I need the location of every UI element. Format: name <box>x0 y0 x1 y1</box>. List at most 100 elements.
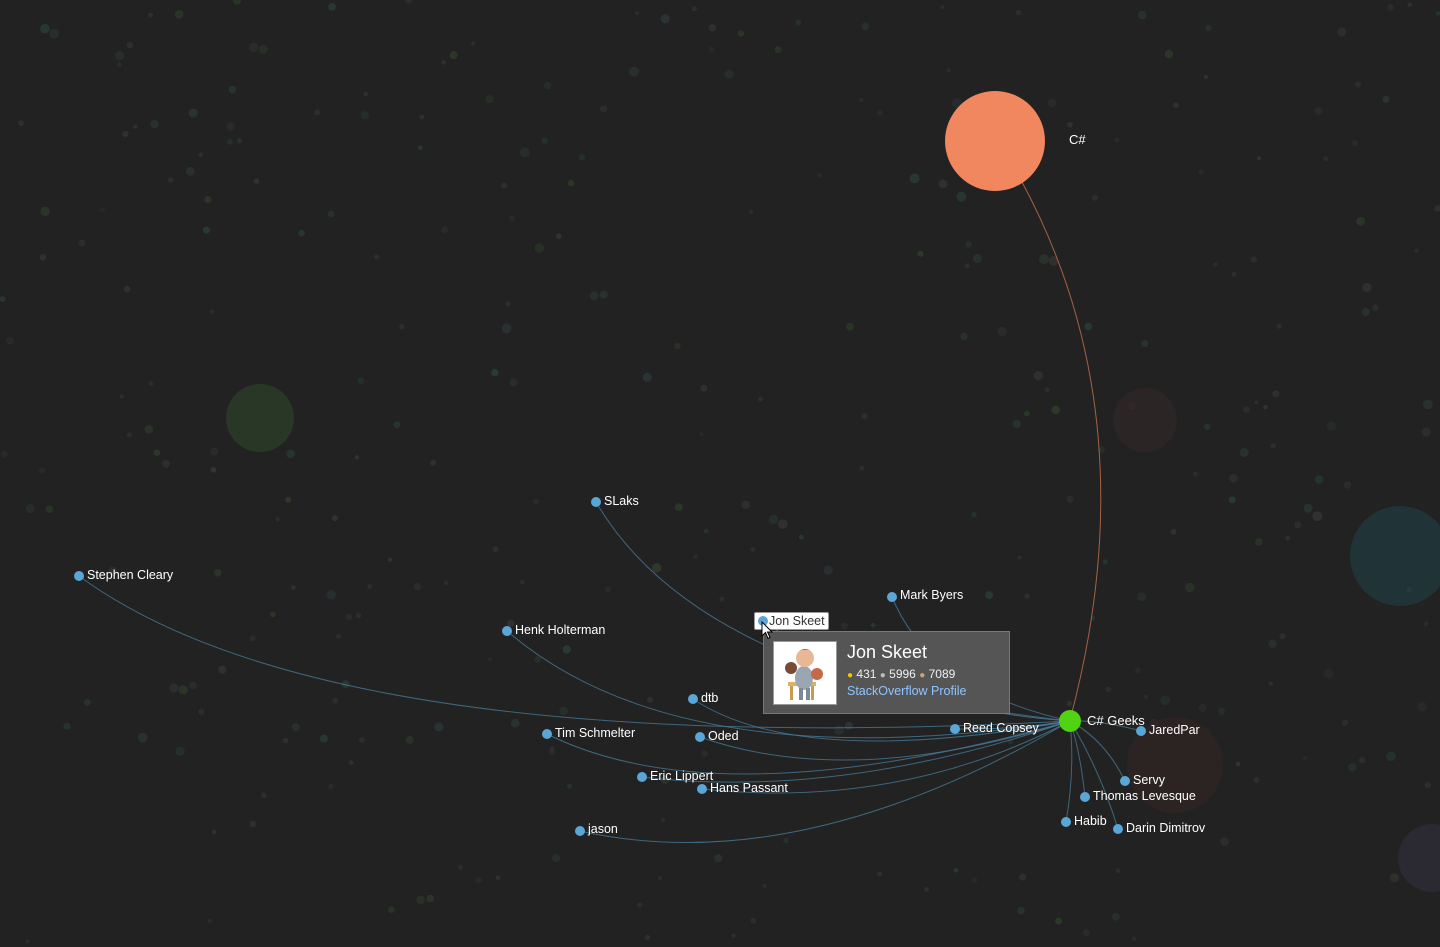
background-particle <box>1343 481 1352 489</box>
background-particle <box>1228 496 1236 504</box>
user-node-dtb[interactable]: dtb <box>688 691 718 705</box>
user-node-servy[interactable]: Servy <box>1120 773 1166 787</box>
background-particle <box>1229 473 1238 483</box>
background-particle <box>798 534 804 540</box>
svg-text:Eric Lippert: Eric Lippert <box>650 769 714 783</box>
user-node-jason[interactable]: jason <box>575 822 618 836</box>
background-particle <box>38 467 45 474</box>
background-particle <box>674 342 681 350</box>
background-particle <box>1314 475 1324 484</box>
background-particle <box>248 42 259 53</box>
background-particle <box>1407 2 1413 8</box>
background-particle <box>1302 756 1308 761</box>
user-node-henk-holterman[interactable]: Henk Holterman <box>502 623 605 637</box>
edges <box>78 181 1142 843</box>
background-particle <box>1255 538 1263 546</box>
background-particle <box>637 902 643 908</box>
background-particle <box>198 152 203 158</box>
edge-habib <box>1065 720 1073 823</box>
background-particle <box>148 12 153 18</box>
background-particle <box>510 718 520 728</box>
background-particle <box>1017 906 1025 915</box>
background-particle <box>1279 633 1286 640</box>
background-particle <box>285 496 292 503</box>
stackoverflow-profile-link[interactable]: StackOverflow Profile <box>847 684 966 698</box>
background-particle <box>703 528 709 534</box>
svg-text:Hans Passant: Hans Passant <box>710 781 788 795</box>
avatar-cartoon-icon <box>774 642 836 704</box>
background-particle <box>185 166 195 176</box>
background-particle <box>1239 448 1249 457</box>
background-particle <box>714 854 723 863</box>
background-particle <box>1434 205 1440 212</box>
background-particle <box>260 792 267 799</box>
background-particle <box>388 557 393 562</box>
background-particle <box>258 44 268 54</box>
user-node-reed-copsey[interactable]: Reed Copsey <box>950 721 1039 735</box>
background-particle <box>774 46 782 54</box>
background-particle <box>1173 102 1179 108</box>
background-particle <box>737 30 744 37</box>
background-particle <box>0 296 6 302</box>
background-particle <box>1359 756 1366 764</box>
background-particle <box>748 209 754 214</box>
background-particle <box>1039 254 1050 265</box>
background-particle <box>562 645 571 654</box>
background-particle <box>1105 686 1112 693</box>
user-node-oded[interactable]: Oded <box>695 729 739 743</box>
background-particle <box>153 449 161 456</box>
background-particle <box>45 505 54 513</box>
edge-darin-dimitrov <box>1069 720 1119 830</box>
background-particle <box>1243 406 1250 413</box>
gold-badge-count: 431 <box>856 667 877 681</box>
user-node-eric-lippert[interactable]: Eric Lippert <box>637 769 714 783</box>
background-particle <box>1204 423 1211 431</box>
user-node-slaks[interactable]: SLaks <box>591 494 639 508</box>
background-particle <box>39 253 47 261</box>
background-particle <box>651 563 662 573</box>
background-particle <box>567 179 575 187</box>
svg-text:Oded: Oded <box>708 729 739 743</box>
background-particle <box>1217 707 1226 715</box>
background-particle <box>83 698 91 706</box>
background-particle <box>965 263 970 269</box>
background-particle <box>1276 323 1282 329</box>
background-particle <box>1303 503 1313 513</box>
user-node-darin-dimitrov[interactable]: Darin Dimitrov <box>1113 821 1206 835</box>
background-particle <box>169 683 179 693</box>
background-particle <box>1024 410 1030 417</box>
background-particle <box>178 685 188 695</box>
background-particle <box>1352 140 1358 146</box>
user-node-mark-byers[interactable]: Mark Byers <box>887 588 963 602</box>
hub-label-csharp: C# <box>1069 132 1086 147</box>
background-particle <box>762 883 767 888</box>
user-node-hans-passant[interactable]: Hans Passant <box>697 781 788 795</box>
background-particle <box>1213 262 1218 267</box>
gold-badge-icon: ● <box>847 670 854 681</box>
background-particle <box>150 120 159 129</box>
background-particle <box>1323 156 1329 162</box>
background-particle <box>286 449 295 459</box>
background-particle <box>345 613 353 620</box>
background-particle <box>1137 592 1147 602</box>
background-particle <box>877 871 883 877</box>
background-particle <box>49 28 60 39</box>
background-particle <box>1250 256 1257 263</box>
background-particle <box>1203 74 1208 79</box>
background-particle <box>430 459 436 466</box>
background-particle <box>1137 10 1147 20</box>
user-node-tim-schmelter[interactable]: Tim Schmelter <box>542 726 635 740</box>
background-particle <box>965 241 972 248</box>
svg-text:jason: jason <box>587 822 618 836</box>
background-particle <box>348 760 354 765</box>
svg-text:Reed Copsey: Reed Copsey <box>963 721 1039 735</box>
faint-cluster-red <box>1113 388 1177 452</box>
background-particle <box>634 11 640 16</box>
user-node-habib[interactable]: Habib <box>1061 814 1107 828</box>
background-particle <box>326 590 336 600</box>
user-node-thomas-levesque[interactable]: Thomas Levesque <box>1080 789 1196 803</box>
user-node-stephen-cleary[interactable]: Stephen Cleary <box>74 568 174 582</box>
background-particle <box>599 290 608 299</box>
hub-node-csharp[interactable]: C# <box>945 91 1086 191</box>
svg-text:Mark Byers: Mark Byers <box>900 588 963 602</box>
